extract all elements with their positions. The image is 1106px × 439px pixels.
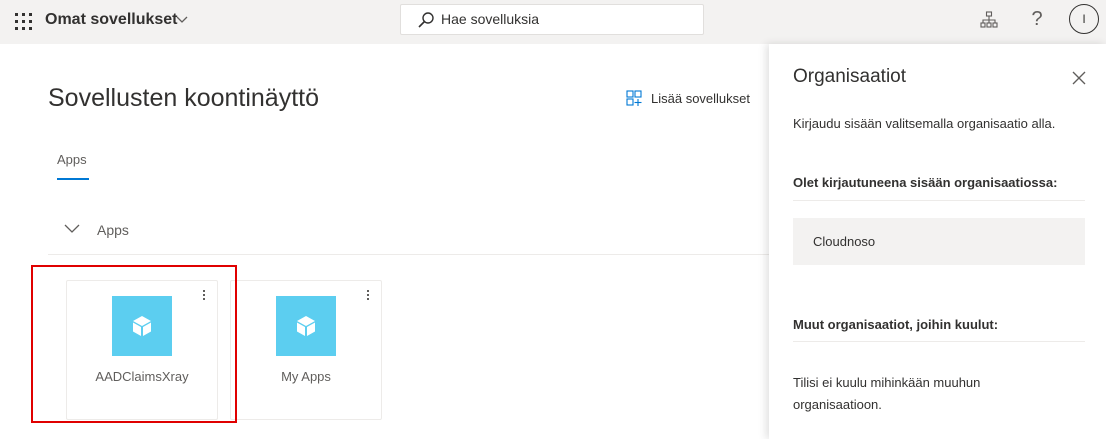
highlight-box: [31, 265, 237, 423]
other-orgs-note: Tilisi ei kuulu mihinkään muuhun organis…: [793, 375, 981, 412]
more-options-icon[interactable]: [363, 288, 373, 306]
add-apps-icon: [626, 90, 642, 106]
tab-active-indicator: [57, 178, 89, 180]
app-tile-label: My Apps: [281, 369, 331, 384]
divider: [793, 200, 1085, 201]
app-icon: [276, 296, 336, 356]
organizations-panel: Organisaatiot Kirjaudu sisään valitsemal…: [769, 44, 1106, 439]
page-title: Sovellusten koontinäyttö: [48, 84, 320, 112]
other-orgs-heading: Muut organisaatiot, joihin kuulut:: [793, 317, 999, 332]
app-tile-my-apps[interactable]: My Apps: [230, 280, 382, 420]
app-title[interactable]: Omat sovellukset: [45, 11, 178, 29]
tab-apps[interactable]: Apps: [57, 152, 87, 167]
search-box[interactable]: Hae sovelluksia: [400, 4, 704, 35]
panel-intro: Kirjaudu sisään valitsemalla organisaati…: [793, 116, 1056, 131]
search-input[interactable]: Hae sovelluksia: [441, 11, 539, 27]
close-icon[interactable]: [1071, 70, 1087, 86]
cube-icon: [297, 316, 315, 336]
current-org-card[interactable]: Cloudnoso: [793, 218, 1085, 265]
search-icon: [418, 12, 434, 28]
app-launcher-icon[interactable]: [15, 13, 32, 30]
add-apps-label: Lisää sovellukset: [651, 91, 750, 106]
current-org-heading: Olet kirjautuneena sisään organisaatioss…: [793, 175, 1058, 190]
panel-title: Organisaatiot: [793, 66, 907, 87]
divider: [48, 254, 770, 255]
help-icon[interactable]: ?: [1026, 6, 1048, 32]
top-bar: Omat sovellukset Hae sovelluksia ? I: [0, 0, 1106, 44]
divider: [793, 341, 1085, 342]
organization-icon[interactable]: [980, 11, 998, 29]
current-org-name: Cloudnoso: [813, 234, 876, 249]
chevron-down-icon[interactable]: [175, 12, 189, 26]
avatar[interactable]: I: [1069, 4, 1099, 34]
chevron-down-icon[interactable]: [63, 223, 81, 235]
section-label[interactable]: Apps: [97, 222, 129, 238]
